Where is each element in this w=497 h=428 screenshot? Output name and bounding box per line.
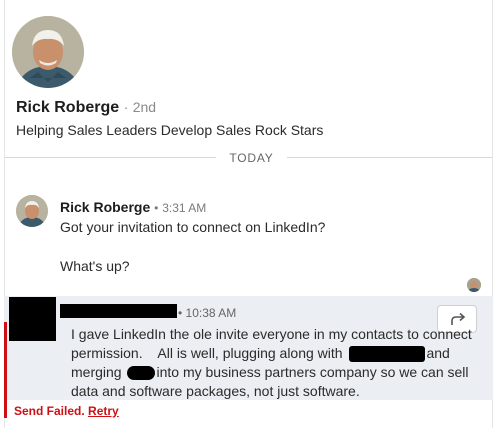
date-label: TODAY <box>229 151 274 165</box>
message-sender-avatar[interactable] <box>16 195 48 227</box>
error-indicator-bar <box>4 322 7 418</box>
profile-headline: Helping Sales Leaders Develop Sales Rock… <box>16 122 324 138</box>
message-header: Rick Roberge • 3:31 AM <box>60 199 206 215</box>
redacted-text <box>127 366 156 381</box>
message-sender-name[interactable]: Rick Roberge <box>60 199 150 215</box>
message-dot: • <box>154 201 159 215</box>
divider-line-left <box>4 157 216 158</box>
send-failed-status: Send Failed. Retry <box>14 404 119 418</box>
failed-message-dot: • <box>178 306 183 320</box>
failed-line-segment: into my business partners company so we … <box>156 364 469 380</box>
message-text-line: Got your invitation to connect on Linked… <box>60 219 326 235</box>
failed-message-time: 10:38 AM <box>185 306 237 320</box>
date-divider: TODAY <box>4 148 493 168</box>
read-receipt-avatar <box>467 278 481 292</box>
profile-name[interactable]: Rick Roberge <box>16 99 119 116</box>
failed-line-segment: merging <box>71 364 122 380</box>
profile-avatar[interactable] <box>12 16 84 88</box>
failed-message-line: data and software packages, not just sof… <box>71 383 360 399</box>
send-failed-label: Send Failed. <box>14 404 85 418</box>
message-time: 3:31 AM <box>162 201 207 215</box>
redacted-avatar <box>9 297 56 341</box>
profile-name-row: Rick Roberge · 2nd <box>16 99 156 117</box>
failed-message-time-row: • 10:38 AM <box>178 306 236 320</box>
failed-line-segment: and <box>426 345 450 361</box>
failed-message-line: merging into my business partners compan… <box>71 364 469 381</box>
retry-link[interactable]: Retry <box>88 404 119 418</box>
connection-degree: 2nd <box>132 99 157 115</box>
separator-dot: · <box>123 99 129 115</box>
divider-line-right <box>287 157 493 158</box>
redacted-text <box>349 346 426 363</box>
message-text-line: What's up? <box>60 258 130 274</box>
redacted-sender-name <box>60 304 177 318</box>
failed-line-segment: permission. All is well, plugging along … <box>71 345 343 361</box>
failed-message-line: I gave LinkedIn the ole invite everyone … <box>71 326 472 342</box>
failed-message-line: permission. All is well, plugging along … <box>71 345 450 363</box>
